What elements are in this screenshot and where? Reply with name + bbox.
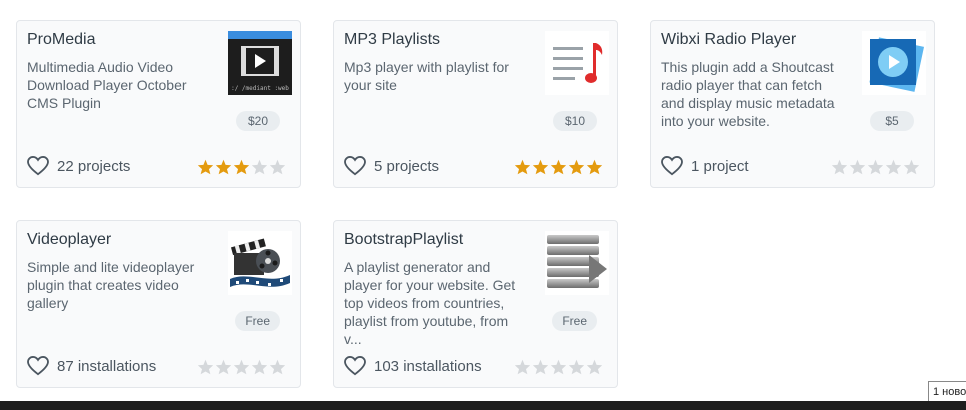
price-badge: Free [552, 311, 597, 331]
thumb-caption: :/ /mediant :web [231, 85, 289, 92]
star-icon [568, 359, 585, 375]
heart-icon [344, 356, 366, 376]
star-icon [849, 159, 866, 175]
stat-label: 1 project [691, 157, 749, 175]
rating-stars [196, 359, 286, 375]
card-title[interactable]: MP3 Playlists [344, 31, 440, 49]
star-icon [251, 359, 268, 375]
installation-count: 103 installations [344, 356, 482, 376]
star-icon [885, 159, 902, 175]
star-icon [586, 359, 603, 375]
stacked-bars-play-icon[interactable] [545, 231, 609, 295]
card-title[interactable]: Videoplayer [27, 231, 111, 249]
star-icon [568, 159, 585, 175]
card-description: Mp3 player with playlist for your site [344, 59, 509, 93]
star-icon [233, 159, 250, 175]
notification-tooltip: 1 ново [928, 381, 966, 403]
rating-stars [513, 359, 603, 375]
star-icon [269, 359, 286, 375]
stat-label: 103 installations [374, 357, 482, 375]
heart-icon [27, 356, 49, 376]
card-description: A playlist generator and player for your… [344, 259, 516, 347]
heart-icon [27, 156, 49, 176]
plugin-card-bootstrapplaylist[interactable]: BootstrapPlaylist A playlist generator a… [333, 220, 618, 388]
star-icon [197, 359, 214, 375]
playlist-music-note-icon[interactable] [545, 31, 609, 95]
star-icon [197, 159, 214, 175]
plugin-card-wibxi-radio[interactable]: Wibxi Radio Player This plugin add a Sho… [650, 20, 935, 188]
star-icon [831, 159, 848, 175]
stat-label: 5 projects [374, 157, 440, 175]
stat-label: 87 installations [57, 357, 157, 375]
price-badge: Free [235, 311, 280, 331]
rating-stars [196, 159, 286, 175]
plugin-card-promedia[interactable]: ProMedia Multimedia Audio Video Download… [16, 20, 301, 188]
star-icon [233, 359, 250, 375]
star-icon [550, 359, 567, 375]
card-description: Simple and lite videoplayer plugin that … [27, 259, 195, 311]
star-icon [550, 159, 567, 175]
star-icon [867, 159, 884, 175]
price-badge: $10 [553, 111, 597, 131]
project-count: 5 projects [344, 156, 439, 176]
star-icon [215, 159, 232, 175]
star-icon [251, 159, 268, 175]
plugin-card-mp3-playlists[interactable]: MP3 Playlists Mp3 player with playlist f… [333, 20, 618, 188]
card-title[interactable]: ProMedia [27, 31, 95, 49]
star-icon [514, 359, 531, 375]
card-title[interactable]: Wibxi Radio Player [661, 31, 796, 49]
price-badge: $20 [236, 111, 280, 131]
plugin-card-videoplayer[interactable]: Videoplayer Simple and lite videoplayer … [16, 220, 301, 388]
heart-icon [661, 156, 683, 176]
star-icon [903, 159, 920, 175]
heart-icon [344, 156, 366, 176]
project-count: 22 projects [27, 156, 130, 176]
bottom-bar [0, 401, 966, 410]
star-icon [215, 359, 232, 375]
card-title[interactable]: BootstrapPlaylist [344, 231, 463, 249]
film-reel-clapper-icon[interactable] [228, 231, 292, 295]
card-description: Multimedia Audio Video Download Player O… [27, 59, 187, 111]
star-icon [514, 159, 531, 175]
play-button-icon[interactable] [862, 31, 926, 95]
star-icon [269, 159, 286, 175]
film-strip-icon[interactable]: :/ /mediant :web [228, 31, 292, 95]
star-icon [586, 159, 603, 175]
star-icon [532, 359, 549, 375]
star-icon [532, 159, 549, 175]
rating-stars [830, 159, 920, 175]
price-badge: $5 [870, 111, 914, 131]
installation-count: 87 installations [27, 356, 156, 376]
rating-stars [513, 159, 603, 175]
card-description: This plugin add a Shoutcast radio player… [661, 59, 835, 129]
project-count: 1 project [661, 156, 749, 176]
stat-label: 22 projects [57, 157, 131, 175]
